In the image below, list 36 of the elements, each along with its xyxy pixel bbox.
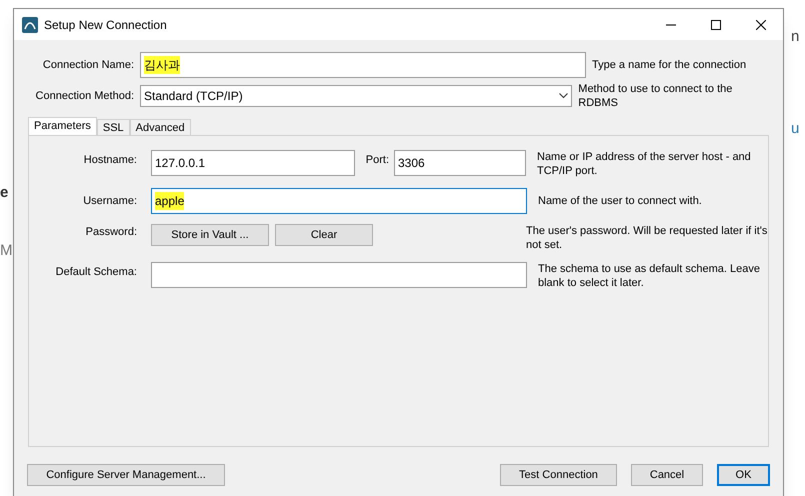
field-label: Hostname: — [82, 153, 137, 168]
field-label: Username: — [82, 194, 137, 209]
tab[interactable]: SSL — [96, 119, 130, 135]
background-text: n — [791, 27, 800, 47]
chevron-down-icon — [559, 93, 568, 99]
password-button[interactable]: Clear — [275, 224, 373, 246]
window-title: Setup New Connection — [44, 16, 167, 34]
method-dropdown[interactable]: Standard (TCP/IP) — [140, 85, 572, 107]
text-field[interactable]: 3306 — [394, 150, 526, 176]
hint-text: Type a name for the connection — [592, 58, 746, 72]
field-label: Connection Name: — [42, 58, 134, 73]
text-field[interactable]: apple — [151, 188, 527, 214]
close-icon — [756, 20, 766, 30]
hint-text: Method to use to connect to the RDBMS — [578, 82, 734, 110]
app-icon — [22, 16, 38, 32]
hint-text: Name of the user to connect with. — [538, 194, 702, 208]
background-text: e — [0, 183, 8, 203]
tab[interactable]: Parameters — [28, 117, 97, 135]
field-label: Connection Method: — [34, 88, 134, 104]
field-label: Default Schema: — [54, 265, 137, 280]
hint-text: Name or IP address of the server host - and TCP/IP port. — [537, 150, 752, 178]
dialog-button[interactable]: Test Connection — [500, 464, 617, 486]
text-field[interactable]: 127.0.0.1 — [151, 150, 355, 176]
hint-text: The schema to use as default schema. Leave blank to select it later. — [538, 262, 761, 290]
dialog-button[interactable]: OK — [717, 464, 770, 486]
text-field[interactable] — [151, 262, 527, 288]
maximize-icon — [710, 20, 720, 30]
background-text: M — [0, 241, 12, 261]
field-label: Password: — [84, 225, 137, 240]
configure-button[interactable]: Configure Server Management... — [27, 464, 225, 486]
hint-text: The user's password. Will be requested later if it's not set. — [526, 224, 768, 252]
dialog-button[interactable]: Cancel — [631, 464, 703, 486]
tab[interactable]: Advanced — [130, 119, 191, 135]
text-field[interactable]: 김사과 — [140, 52, 586, 78]
password-button[interactable]: Store in Vault ... — [151, 224, 269, 246]
field-label: Port: — [364, 153, 389, 168]
